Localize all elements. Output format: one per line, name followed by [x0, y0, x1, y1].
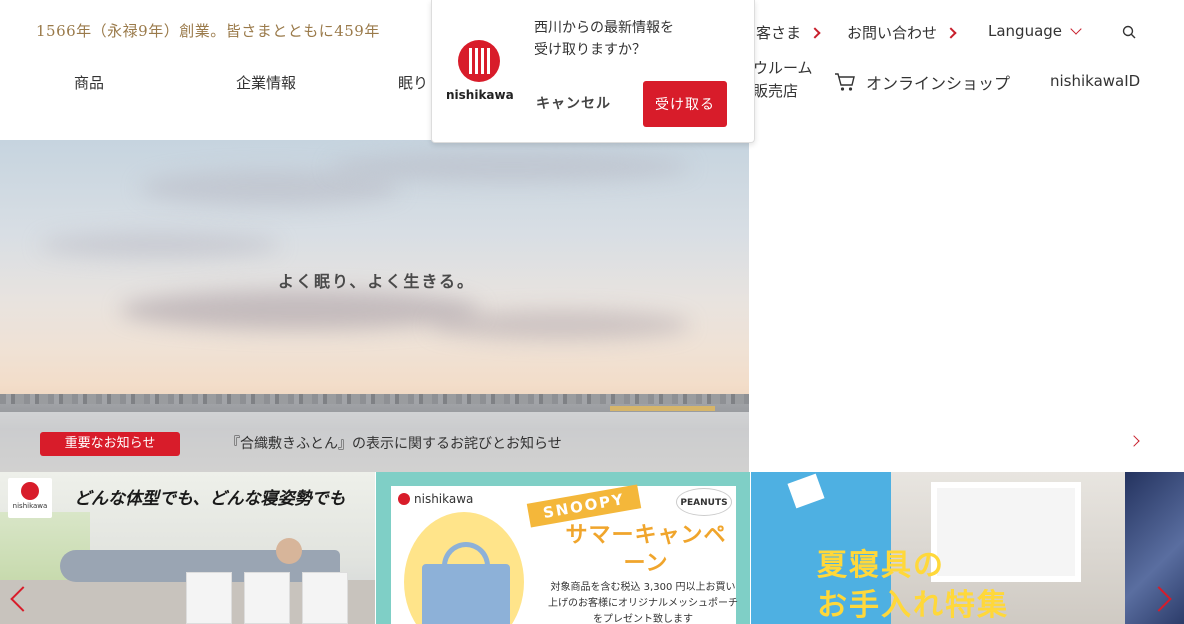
- tote-bag-image: [422, 564, 510, 624]
- campaign-title: サマーキャンペーン: [565, 523, 727, 576]
- chevron-right-icon: [809, 26, 821, 39]
- nishikawa-logo: nishikawa: [398, 492, 473, 506]
- peanuts-logo: PEANUTS: [676, 488, 732, 516]
- nishikawa-logo: nishikawa: [446, 40, 514, 102]
- cloud: [330, 152, 690, 182]
- nav-company[interactable]: 企業情報: [236, 72, 296, 93]
- notification-popup: nishikawa 西川からの最新情報を 受け取りますか？ キャンセル 受け取る: [431, 0, 755, 143]
- nishikawa-id-link[interactable]: nishikawaID: [1050, 72, 1140, 90]
- banner-summer-bedding[interactable]: 夏寝具の お手入れ特集: [751, 472, 1125, 624]
- cloud: [120, 290, 480, 330]
- chevron-down-icon: [1070, 22, 1082, 35]
- contact-link[interactable]: お問い合わせ: [847, 22, 957, 43]
- banner-mattress-title: どんな体型でも、どんな寝姿勢でも: [74, 489, 346, 509]
- shirt-icon: [787, 473, 825, 509]
- popup-cancel-button[interactable]: キャンセル: [536, 93, 611, 113]
- customer-link[interactable]: 客さま: [756, 22, 821, 43]
- nav-products[interactable]: 商品: [74, 72, 104, 93]
- online-shop-label: オンラインショップ: [866, 74, 1011, 93]
- chevron-right-icon: [945, 26, 957, 39]
- popup-brand: nishikawa: [446, 88, 514, 102]
- language-dropdown[interactable]: Language: [988, 22, 1082, 40]
- banner-mattress[interactable]: nishikawa どんな体型でも、どんな寝姿勢でも: [0, 472, 375, 624]
- page: 1566年（永禄9年）創業。皆さまとともに459年 客さま お問い合わせ Lan…: [0, 0, 1184, 624]
- banner-snoopy-campaign[interactable]: nishikawa SNOOPY PEANUTS サマーキャンペーン 対象商品を…: [376, 472, 750, 624]
- popup-accept-button[interactable]: 受け取る: [643, 81, 727, 127]
- popup-message: 西川からの最新情報を 受け取りますか？: [534, 20, 674, 58]
- notice-link[interactable]: 『合織敷きふとん』の表示に関するお詫びとお知らせ: [226, 433, 562, 453]
- online-shop-link[interactable]: オンラインショップ: [834, 70, 1010, 94]
- campaign-description: 対象商品を含む税込 3,300 円以上お買い上げのお客様にオリジナルメッシュポー…: [548, 582, 738, 624]
- nav-showroom-line2: 販売店: [753, 82, 799, 100]
- tagline: 1566年（永禄9年）創業。皆さまとともに459年: [36, 22, 380, 40]
- cloud: [430, 310, 690, 340]
- cart-icon: [835, 73, 855, 91]
- hero-copy: よく眠り、よく生きる。: [278, 272, 476, 291]
- nav-sleep[interactable]: 眠り: [398, 72, 428, 93]
- language-label: Language: [988, 22, 1063, 40]
- nishikawa-mark-icon: [458, 40, 500, 82]
- contact-link-label: お問い合わせ: [847, 24, 938, 42]
- search-icon[interactable]: [1122, 25, 1136, 39]
- important-notice-badge: 重要なお知らせ: [40, 432, 180, 456]
- nav-showroom[interactable]: ウルーム 販売店: [753, 57, 813, 103]
- nishikawa-logo: nishikawa: [8, 478, 52, 518]
- cloud: [40, 232, 280, 258]
- summer-bedding-title: 夏寝具の お手入れ特集: [817, 548, 1009, 623]
- nav-showroom-line1: ウルーム: [753, 59, 813, 77]
- customer-link-label: 客さま: [756, 24, 802, 42]
